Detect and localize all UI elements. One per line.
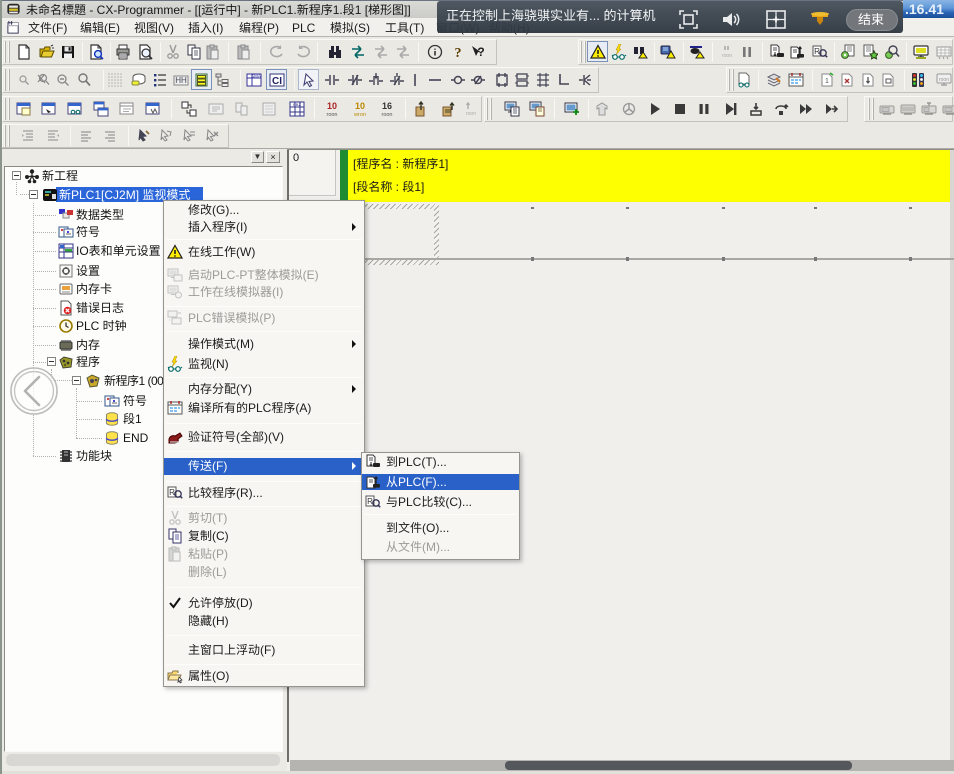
svg-text:BBZ: BBZ — [293, 102, 301, 107]
svg-text:roon: roon — [722, 53, 732, 59]
svg-text:HH: HH — [175, 76, 187, 85]
svg-text:?: ? — [455, 46, 462, 60]
svg-text:16: 16 — [382, 101, 392, 111]
svg-text:1: 1 — [825, 78, 829, 85]
svg-text:wron: wron — [353, 112, 366, 117]
svg-text:SMA: SMA — [251, 74, 261, 79]
svg-text:roon: roon — [326, 112, 337, 117]
svg-text:?: ? — [477, 45, 484, 59]
svg-text:roon: roon — [466, 111, 476, 117]
svg-text:10: 10 — [327, 101, 337, 111]
svg-text:roon: roon — [381, 112, 392, 117]
svg-text:10: 10 — [355, 101, 365, 111]
svg-text:CI: CI — [272, 76, 282, 87]
svg-text:R: R — [367, 497, 373, 506]
svg-text:roon: roon — [939, 77, 949, 83]
svg-text:R: R — [169, 488, 175, 497]
svg-text:R: R — [814, 47, 820, 56]
